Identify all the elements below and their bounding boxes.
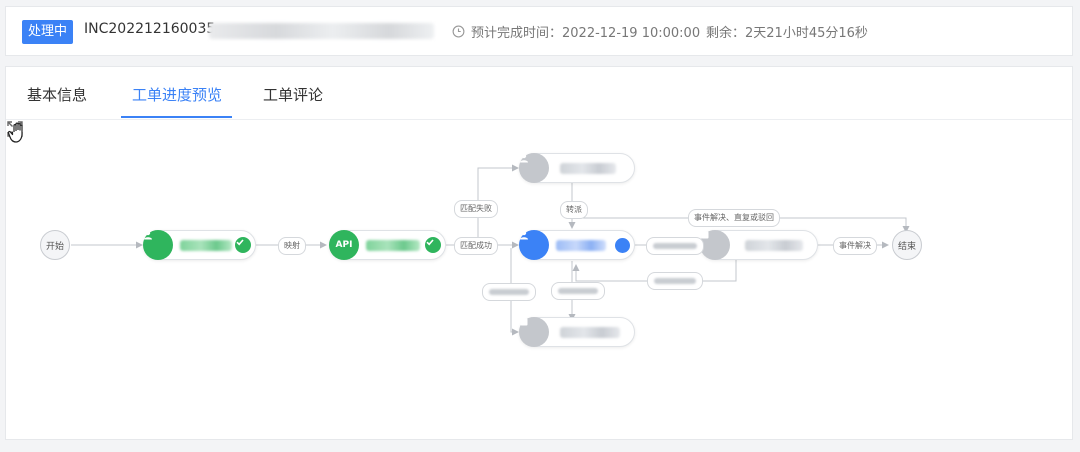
tab-progress-preview[interactable]: 工单进度预览 [132, 84, 222, 105]
due-value: 2022-12-19 10:00:00 [562, 26, 701, 41]
task-label-redacted [366, 240, 420, 251]
edge-label-transfer: 转派 [560, 201, 588, 219]
task-icon [700, 230, 730, 260]
check-icon [425, 237, 441, 253]
task-label-redacted [560, 163, 616, 174]
edge-label-resolve: 事件解决 [833, 237, 877, 255]
remain-value: 2天21小时45分16秒 [745, 26, 868, 41]
tab-basic-info[interactable]: 基本信息 [27, 84, 87, 105]
user-icon [519, 153, 549, 183]
workflow-canvas[interactable]: 开始 结束 API 映射 匹配成功 匹配失败 转派 事件解决、直复或驳回 事件解… [6, 120, 1072, 440]
task-node-pending-right[interactable] [700, 230, 818, 260]
ticket-id: INC202212160035 [84, 21, 216, 37]
clock-icon [452, 25, 465, 38]
check-icon [235, 237, 251, 253]
edge-label-redacted [551, 282, 605, 300]
ticket-header: 处理中 INC202212160035 预计完成时间：2022-12-19 10… [5, 6, 1073, 56]
tab-bar: 基本信息 工单进度预览 工单评论 [6, 67, 1072, 120]
end-node[interactable]: 结束 [892, 230, 922, 260]
status-badge: 处理中 [22, 20, 74, 44]
task-node-pending-top[interactable] [519, 153, 635, 183]
remaining-time: 剩余：2天21小时45分16秒 [706, 22, 868, 41]
api-icon: API [329, 230, 359, 260]
detail-card: 基本信息 工单进度预览 工单评论 开始 结束 API 映射 匹配成功 匹配失败 … [5, 66, 1073, 440]
edge-label-match-success: 匹配成功 [454, 237, 498, 255]
task-icon [519, 317, 549, 347]
task-label-redacted [180, 240, 232, 251]
active-tab-indicator [121, 116, 232, 118]
task-label-redacted [560, 327, 620, 338]
task-node-pending-bottom[interactable] [519, 317, 635, 347]
in-progress-indicator [615, 238, 630, 253]
user-icon [143, 230, 173, 260]
user-icon [519, 230, 549, 260]
edge-label-redacted [482, 283, 536, 301]
task-node-submitted[interactable] [143, 230, 256, 260]
start-node[interactable]: 开始 [40, 230, 70, 260]
task-node-api[interactable]: API [329, 230, 446, 260]
hand-cursor-icon [7, 122, 23, 143]
due-time: 预计完成时间：2022-12-19 10:00:00 [452, 22, 700, 41]
remain-label: 剩余： [706, 26, 746, 41]
edge-label-map: 映射 [278, 237, 306, 255]
ticket-title-redacted [209, 23, 434, 39]
task-label-redacted [556, 240, 606, 251]
edge-label-resolve-reply: 事件解决、直复或驳回 [688, 209, 780, 227]
task-node-current[interactable] [519, 230, 635, 260]
task-label-redacted [745, 240, 803, 251]
due-label: 预计完成时间： [471, 26, 563, 41]
tab-comments[interactable]: 工单评论 [263, 84, 323, 105]
edge-label-match-fail: 匹配失败 [454, 200, 498, 218]
edge-label-redacted [646, 237, 704, 255]
edge-label-redacted [647, 272, 703, 290]
